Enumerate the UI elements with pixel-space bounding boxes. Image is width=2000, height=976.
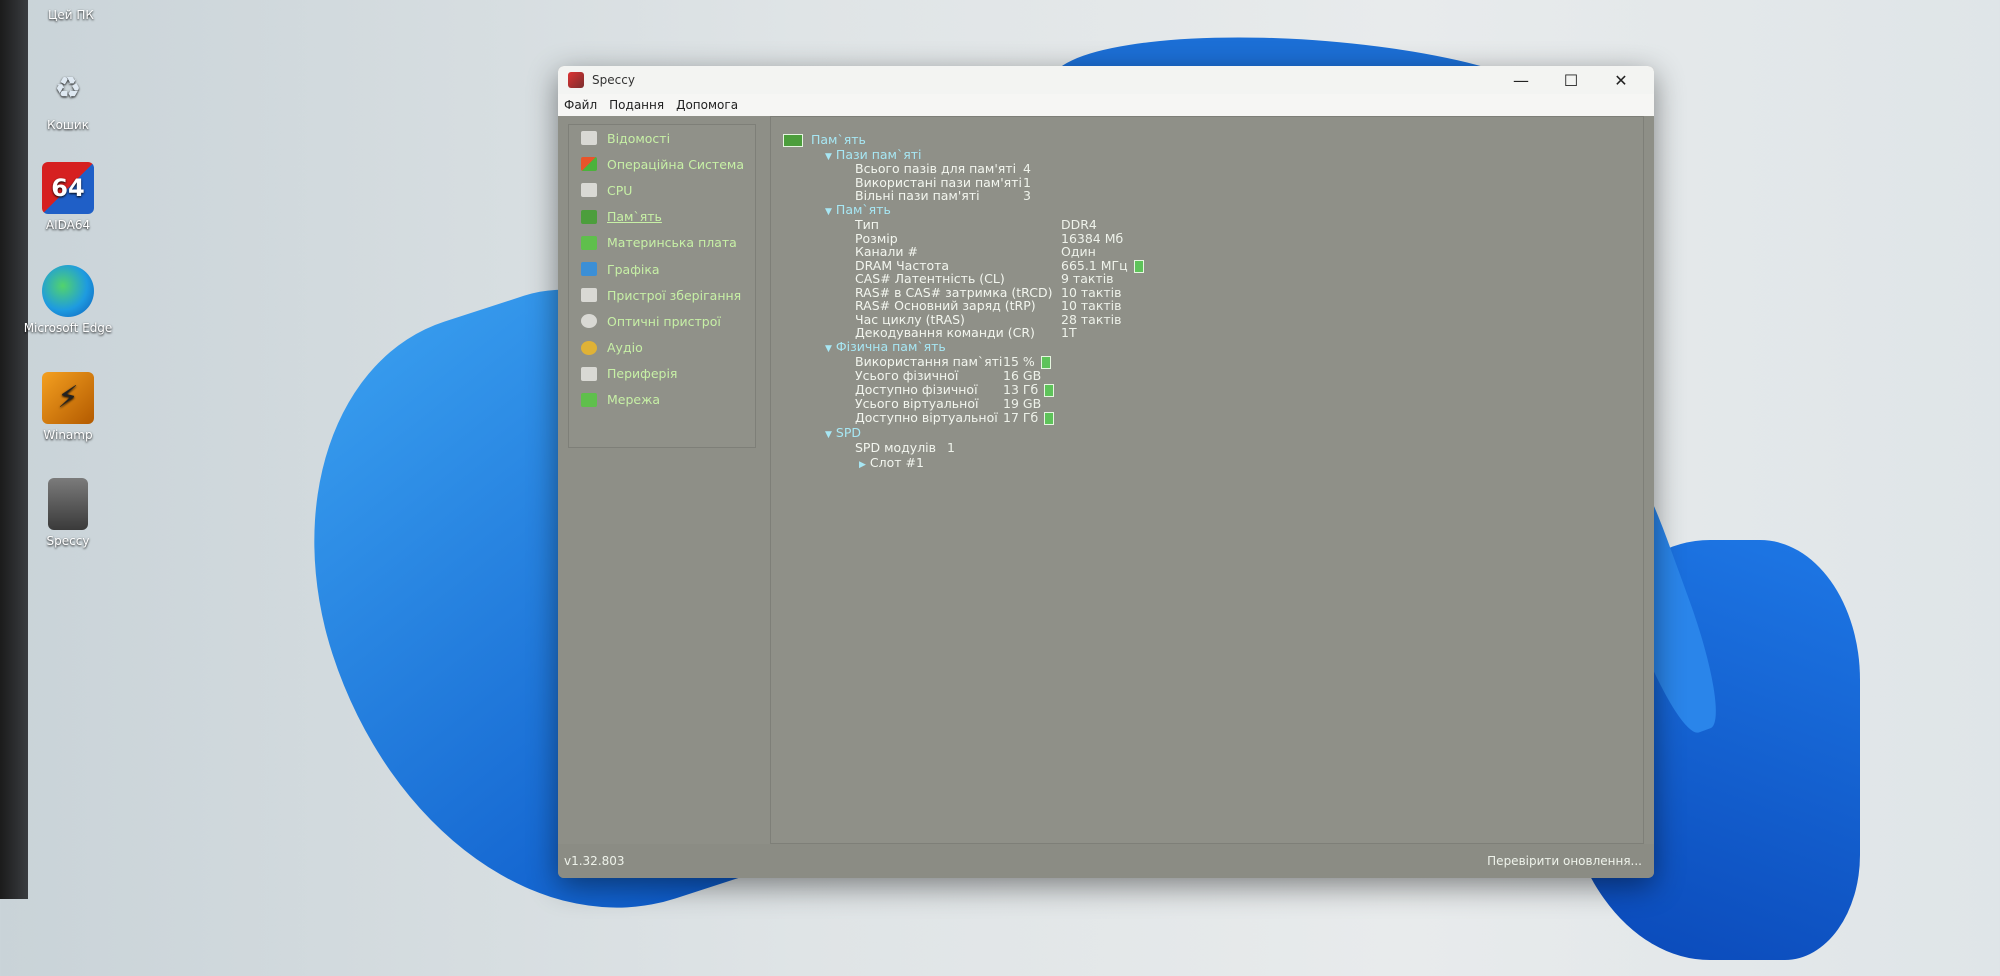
ram-icon (581, 209, 597, 224)
physical-value-with-bar: 13 Гб (1003, 383, 1055, 397)
memory-value: Один (1061, 244, 1096, 259)
memory-key: CAS# Латентність (CL) (855, 271, 1005, 286)
physical-section-toggle[interactable]: ▼ Фізична пам`ять (825, 340, 946, 355)
slots-value: 4 (1023, 161, 1031, 176)
slots-value: 3 (1023, 188, 1031, 203)
title-bar[interactable]: Speccy — ☐ ✕ (558, 66, 1654, 94)
mouse-icon (581, 366, 597, 381)
memory-key: Тип (855, 217, 879, 232)
ram-icon (783, 134, 803, 147)
memory-value: 10 тактів (1061, 298, 1122, 313)
desktop-icon-aida64[interactable]: 64 AIDA64 (18, 162, 118, 232)
physical-value-with-bar: 17 Гб (1003, 411, 1055, 425)
speccy-window: Speccy — ☐ ✕ Файл Подання Допомога Відом… (558, 66, 1654, 878)
slots-key: Вільні пази пам'яті (855, 188, 980, 203)
sidebar-item-summary[interactable]: Відомості (569, 125, 755, 151)
check-updates-link[interactable]: Перевірити оновлення... (1487, 854, 1642, 868)
memory-header: Пам`ять (783, 133, 866, 147)
menu-bar: Файл Подання Допомога (558, 94, 1654, 117)
memory-value: 1T (1061, 325, 1077, 340)
sidebar-item-network[interactable]: Мережа (569, 387, 755, 413)
physical-value: 16 GB (1003, 368, 1042, 383)
status-bar: v1.32.803 Перевірити оновлення... (558, 844, 1654, 878)
sidebar-item-graphics[interactable]: Графіка (569, 256, 755, 282)
sidebar-item-optical[interactable]: Оптичні пристрої (569, 308, 755, 334)
sidebar-item-storage[interactable]: Пристрої зберігання (569, 282, 755, 308)
physical-value: 19 GB (1003, 396, 1042, 411)
disc-icon (581, 314, 597, 329)
physical-value-with-bar: 15 % (1003, 355, 1051, 369)
physical-key: Використання пам`яті (855, 354, 1003, 369)
desktop-icon-speccy[interactable]: Speccy (18, 478, 118, 548)
desktop-icon-edge[interactable]: Microsoft Edge (18, 265, 118, 335)
window-title: Speccy (592, 73, 635, 87)
menu-help[interactable]: Допомога (676, 98, 738, 112)
spd-modules-key: SPD модулів (855, 440, 937, 455)
memory-key: Декодування команди (CR) (855, 325, 1035, 340)
spd-modules-value: 1 (947, 440, 955, 455)
menu-view[interactable]: Подання (609, 98, 664, 112)
physical-key: Доступно фізичної (855, 382, 978, 397)
sidebar-item-memory[interactable]: Пам`ять (569, 204, 755, 230)
indicator-bar (1040, 356, 1051, 369)
cpu-icon (581, 183, 597, 198)
speccy-app-icon (568, 72, 584, 88)
version-label: v1.32.803 (564, 854, 625, 868)
sidebar-item-peripherals[interactable]: Периферія (569, 361, 755, 387)
edge-icon (42, 265, 94, 317)
memory-key: RAS# Основний заряд (tRP) (855, 298, 1036, 313)
this-pc-label[interactable]: Цей ПК (48, 8, 94, 22)
aida64-icon: 64 (42, 162, 94, 214)
sidebar-item-motherboard[interactable]: Материнська плата (569, 230, 755, 256)
windows-icon (581, 157, 597, 172)
winamp-icon: ⚡ (42, 372, 94, 424)
memory-value: DDR4 (1061, 217, 1097, 232)
indicator-bar (1133, 260, 1144, 273)
close-button[interactable]: ✕ (1596, 66, 1646, 94)
spd-section-toggle[interactable]: ▼ SPD (825, 426, 861, 441)
recycle-bin-icon: ♻ (54, 70, 82, 106)
physical-key: Усього віртуальної (855, 396, 979, 411)
window-controls: — ☐ ✕ (1496, 66, 1646, 94)
memory-value: 9 тактів (1061, 271, 1114, 286)
physical-key: Доступно віртуальної (855, 410, 998, 425)
network-icon (581, 392, 597, 407)
sidebar-item-audio[interactable]: Аудіо (569, 335, 755, 361)
audio-icon (581, 340, 597, 355)
screen-bezel (0, 0, 28, 899)
desktop-icon-winamp[interactable]: ⚡ Winamp (18, 372, 118, 442)
menu-file[interactable]: Файл (564, 98, 597, 112)
main-area: Відомості Операційна Система CPU Пам`ять… (558, 116, 1654, 844)
minimize-button[interactable]: — (1496, 66, 1546, 94)
physical-key: Усього фізичної (855, 368, 959, 383)
monitor-icon (581, 262, 597, 277)
indicator-bar (1044, 412, 1055, 425)
hdd-icon (581, 288, 597, 303)
memory-key: Канали # (855, 244, 918, 259)
memory-section-toggle[interactable]: ▼ Пам`ять (825, 203, 891, 218)
summary-icon (581, 131, 597, 146)
maximize-button[interactable]: ☐ (1546, 66, 1596, 94)
speccy-icon (48, 478, 88, 530)
motherboard-icon (581, 235, 597, 250)
desktop-icon-recycle-bin[interactable]: ♻ Кошик (18, 62, 118, 133)
slots-section-toggle[interactable]: ▼ Пази пам`яті (825, 148, 922, 163)
indicator-bar (1044, 384, 1055, 397)
slot-1-toggle[interactable]: ▶ Слот #1 (859, 456, 924, 471)
sidebar: Відомості Операційна Система CPU Пам`ять… (568, 124, 756, 448)
sidebar-item-cpu[interactable]: CPU (569, 177, 755, 203)
slots-key: Всього пазів для пам'яті (855, 161, 1017, 176)
details-panel: Пам`ять ▼ Пази пам`яті Всього пазів для п… (770, 116, 1644, 844)
sidebar-item-os[interactable]: Операційна Система (569, 151, 755, 177)
